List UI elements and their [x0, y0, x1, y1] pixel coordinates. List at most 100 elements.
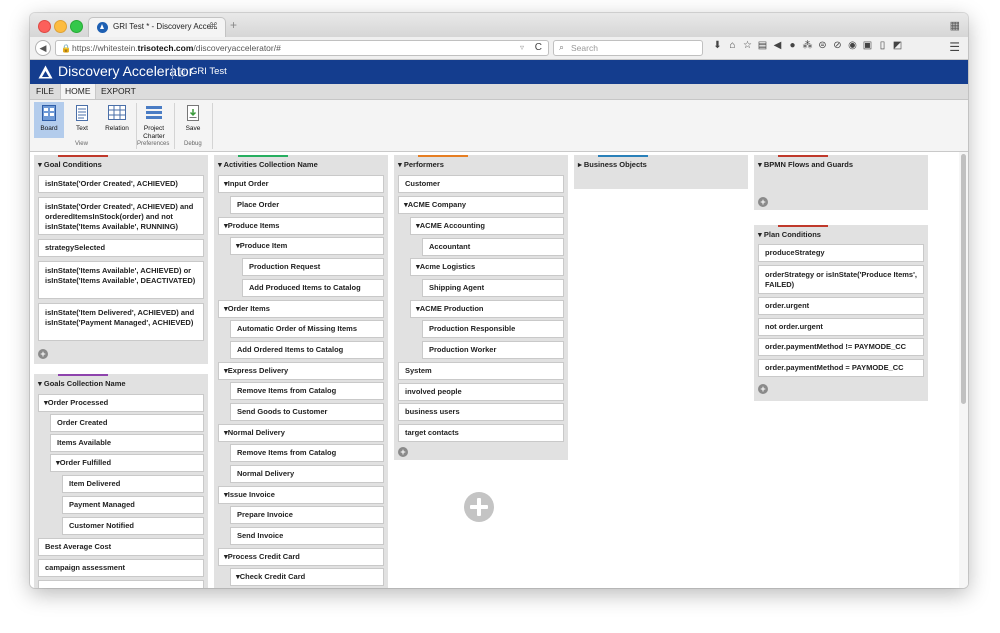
number-badge-icon[interactable]: ▯	[875, 40, 890, 51]
goal-group-order-processed[interactable]: ▾ Order Processed	[38, 394, 204, 412]
chat-icon[interactable]: ◉	[845, 40, 860, 51]
add-performer-icon[interactable]: +	[398, 447, 408, 457]
back-arrow-icon[interactable]: ◀	[35, 40, 51, 56]
home-icon[interactable]: ⌂	[725, 40, 740, 51]
goal-conditions-header[interactable]: ▾ Goal Conditions	[38, 160, 102, 169]
pocket-icon[interactable]: ◩	[890, 40, 905, 51]
add-column-icon[interactable]	[464, 492, 494, 522]
bookmark-star-icon[interactable]: ☆	[740, 40, 755, 51]
goal-group-order-fulfilled[interactable]: ▾ Order Fulfilled	[50, 454, 204, 472]
activity-group-normal-delivery[interactable]: ▾ Normal Delivery	[218, 424, 384, 442]
search-input[interactable]: ⌕ Search	[553, 40, 703, 56]
activity-card[interactable]: Remove Items from Catalog	[230, 444, 384, 462]
menu-export[interactable]: EXPORT	[101, 86, 136, 96]
goal-condition-card[interactable]: isInState('Order Created', ACHIEVED) and…	[38, 197, 204, 235]
plan-condition-card[interactable]: order.urgent	[758, 297, 924, 315]
url-dropdown-icon[interactable]: ▿	[520, 43, 524, 52]
goal-card[interactable]: Best Average Cost	[38, 538, 204, 556]
business-objects-header[interactable]: ▸ Business Objects	[578, 160, 647, 169]
url-field[interactable]: 🔒 https://whitestein.trisotech.com/disco…	[55, 40, 549, 56]
performer-card[interactable]: System	[398, 362, 564, 380]
menu-file[interactable]: FILE	[36, 86, 54, 96]
activity-card[interactable]: Add Ordered Items to Catalog	[230, 341, 384, 359]
relation-view-button[interactable]: Relation	[100, 102, 134, 138]
plan-condition-card[interactable]: not order.urgent	[758, 318, 924, 336]
maximize-window-button[interactable]	[70, 20, 83, 33]
bpmn-flows-header[interactable]: ▾ BPMN Flows and Guards	[758, 160, 853, 169]
add-goal-condition-icon[interactable]: +	[38, 349, 48, 359]
board-view-button[interactable]: Board	[34, 102, 64, 138]
activity-card[interactable]: Normal Delivery	[230, 465, 384, 483]
performer-card[interactable]: Production Responsible	[422, 320, 564, 338]
goal-card[interactable]: campaign assessment	[38, 559, 204, 577]
performer-card[interactable]: involved people	[398, 383, 564, 401]
activity-card[interactable]: Production Request	[242, 258, 384, 276]
activity-group-input-order[interactable]: ▾ Input Order	[218, 175, 384, 193]
activity-card[interactable]: Remove Items from Catalog	[230, 382, 384, 400]
new-tab-button[interactable]: +	[230, 18, 237, 32]
goal-card[interactable]: Customer Notified	[62, 517, 204, 535]
goal-card[interactable]: Item Delivered	[62, 475, 204, 493]
activity-group-issue-invoice[interactable]: ▾ Issue Invoice	[218, 486, 384, 504]
goal-condition-card[interactable]: isInState('Order Created', ACHIEVED)	[38, 175, 204, 193]
performer-group-acme-accounting[interactable]: ▾ ACME Accounting	[410, 217, 564, 235]
close-window-button[interactable]	[38, 20, 51, 33]
performer-group-acme-company[interactable]: ▾ ACME Company	[398, 196, 564, 214]
grid-icon[interactable]: ▦	[950, 19, 960, 32]
send-icon[interactable]: ◀	[770, 40, 785, 51]
activity-group-process-credit-card[interactable]: ▾ Process Credit Card	[218, 548, 384, 566]
add-plan-condition-icon[interactable]: +	[758, 384, 768, 394]
privacy-icon[interactable]: ⊘	[830, 40, 845, 51]
activity-card[interactable]: Send Goods to Customer	[230, 403, 384, 421]
bookmarks-icon[interactable]: ▤	[755, 40, 770, 51]
document-title[interactable]: GRI Test	[190, 66, 227, 77]
goal-card[interactable]: Items Available	[50, 434, 204, 452]
text-view-button[interactable]: Text	[68, 102, 96, 138]
activity-card[interactable]: Add Produced Items to Catalog	[242, 279, 384, 297]
performer-card[interactable]: Customer	[398, 175, 564, 193]
goal-card[interactable]: Order Created	[50, 414, 204, 432]
performer-card[interactable]: Accountant	[422, 238, 564, 256]
plan-condition-card[interactable]: produceStrategy	[758, 244, 924, 262]
goal-card-partial[interactable]	[38, 580, 204, 588]
plan-condition-card[interactable]: orderStrategy or isInState('Produce Item…	[758, 265, 924, 294]
adblock-icon[interactable]: ●	[785, 40, 800, 51]
performer-card[interactable]: target contacts	[398, 424, 564, 442]
performers-header[interactable]: ▾ Performers	[398, 160, 444, 169]
performer-group-acme-logistics[interactable]: ▾ Acme Logistics	[410, 258, 564, 276]
goal-condition-card[interactable]: isInState('Item Delivered', ACHIEVED) an…	[38, 303, 204, 341]
minimize-window-button[interactable]	[54, 20, 67, 33]
plan-condition-card[interactable]: order.paymentMethod = PAYMODE_CC	[758, 359, 924, 377]
activity-card[interactable]: Prepare Invoice	[230, 506, 384, 524]
activity-group-order-items[interactable]: ▾ Order Items	[218, 300, 384, 318]
goal-condition-card[interactable]: isInState('Items Available', ACHIEVED) o…	[38, 261, 204, 299]
activity-group-produce-item[interactable]: ▾ Produce Item	[230, 237, 384, 255]
performer-card[interactable]: Production Worker	[422, 341, 564, 359]
add-flow-icon[interactable]: +	[758, 197, 768, 207]
activity-card[interactable]: Place Order	[230, 196, 384, 214]
activity-group-express-delivery[interactable]: ▾ Express Delivery	[218, 362, 384, 380]
activity-card[interactable]: Send Invoice	[230, 527, 384, 545]
performer-card[interactable]: business users	[398, 403, 564, 421]
performer-card[interactable]: Shipping Agent	[422, 279, 564, 297]
goals-header[interactable]: ▾ Goals Collection Name	[38, 379, 126, 388]
plan-condition-card[interactable]: order.paymentMethod != PAYMODE_CC	[758, 338, 924, 356]
activity-card[interactable]: Automatic Order of Missing Items	[230, 320, 384, 338]
browser-tab[interactable]: GRI Test * - Discovery Acce... ⌘	[88, 17, 226, 37]
board-scrollbar-thumb[interactable]	[961, 154, 966, 404]
tab-close-icon[interactable]: ⌘	[209, 21, 218, 32]
save-button[interactable]: Save	[178, 102, 208, 138]
reload-icon[interactable]: C	[535, 42, 542, 53]
activities-header[interactable]: ▾ Activities Collection Name	[218, 160, 318, 169]
plan-conditions-header[interactable]: ▾ Plan Conditions	[758, 230, 821, 239]
screenshot-icon[interactable]: ▣	[860, 40, 875, 51]
extension-icon[interactable]: ⁂	[800, 40, 815, 51]
menu-home[interactable]: HOME	[60, 84, 96, 99]
activity-group-check-credit-card[interactable]: ▾ Check Credit Card	[230, 568, 384, 586]
download-icon[interactable]: ⬇	[710, 40, 725, 51]
performer-group-acme-production[interactable]: ▾ ACME Production	[410, 300, 564, 318]
goal-condition-card[interactable]: strategySelected	[38, 239, 204, 257]
reader-icon[interactable]: ⊜	[815, 40, 830, 51]
project-charter-button[interactable]: Project Charter	[138, 102, 170, 140]
menu-hamburger-icon[interactable]: ☰	[949, 40, 960, 54]
